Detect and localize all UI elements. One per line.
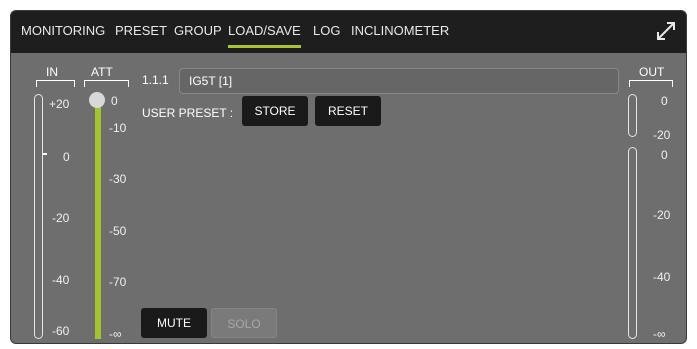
input-zero-tick [43, 153, 47, 155]
user-preset-label: USER PRESET : [142, 106, 234, 120]
attenuation-slider-track[interactable] [95, 101, 101, 339]
mute-button[interactable]: MUTE [141, 308, 207, 338]
attenuation-scale-label: 0 [111, 94, 118, 108]
tab-group[interactable]: GROUP [174, 23, 222, 38]
reset-button[interactable]: RESET [315, 96, 381, 126]
output-scale-label: -40 [653, 270, 671, 284]
expand-icon[interactable] [656, 21, 676, 41]
device-panel: MONITORING PRESET GROUP LOAD/SAVE LOG IN… [10, 10, 687, 344]
output-meter-top [628, 94, 637, 137]
output-top-scale-label: 0 [661, 94, 668, 108]
output-scale-label: -∞ [653, 327, 666, 341]
preset-name-field[interactable]: IG5T [1] [179, 68, 619, 94]
attenuation-slider-knob[interactable] [89, 92, 105, 108]
input-meter [34, 94, 43, 339]
input-scale-label: +20 [49, 97, 70, 111]
output-bracket [629, 80, 673, 87]
output-scale-label: 0 [661, 148, 668, 162]
attenuation-scale-label: -∞ [109, 327, 122, 341]
store-button[interactable]: STORE [242, 96, 308, 126]
output-top-scale-label: -20 [653, 128, 671, 142]
tab-log[interactable]: LOG [313, 23, 340, 38]
tab-inclinometer[interactable]: INCLINOMETER [351, 23, 449, 38]
preset-id: 1.1.1 [142, 73, 169, 87]
solo-button[interactable]: SOLO [211, 308, 277, 338]
attenuation-scale-label: -30 [109, 172, 127, 186]
input-bracket [36, 80, 75, 87]
input-scale-label: -60 [52, 324, 70, 338]
attenuation-label: ATT [91, 65, 113, 79]
attenuation-scale-label: -10 [109, 121, 127, 135]
input-scale-label: -40 [52, 273, 70, 287]
output-meter-main [628, 147, 637, 339]
tab-load-save[interactable]: LOAD/SAVE [228, 23, 301, 48]
output-scale-label: -20 [653, 208, 671, 222]
top-nav-bar: MONITORING PRESET GROUP LOAD/SAVE LOG IN… [11, 11, 686, 53]
tab-preset[interactable]: PRESET [115, 23, 167, 38]
tab-monitoring[interactable]: MONITORING [21, 23, 105, 38]
attenuation-scale-label: -70 [109, 275, 127, 289]
attenuation-scale-label: -50 [109, 224, 127, 238]
attenuation-bracket [84, 80, 129, 87]
output-meter-label: OUT [639, 65, 665, 79]
input-scale-label: 0 [63, 150, 70, 164]
input-scale-label: -20 [52, 211, 70, 225]
input-meter-label: IN [46, 65, 58, 79]
